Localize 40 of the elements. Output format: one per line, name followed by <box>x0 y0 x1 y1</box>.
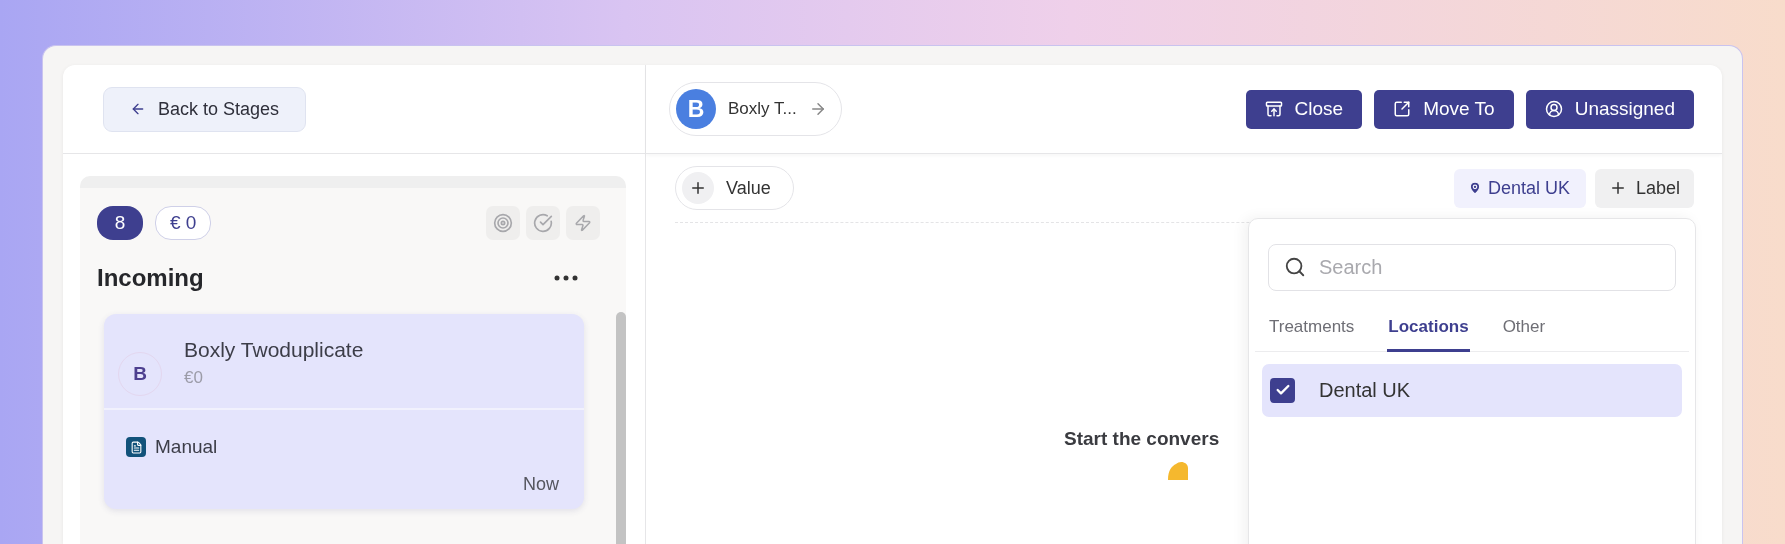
contact-avatar: B <box>676 89 716 129</box>
scrollbar[interactable] <box>616 312 626 544</box>
location-tag[interactable]: Dental UK <box>1453 168 1586 208</box>
option-label: Dental UK <box>1319 378 1411 402</box>
count-badge: 8 <box>97 206 143 240</box>
search-icon <box>1284 256 1306 278</box>
dropdown-tab[interactable]: Locations <box>1387 307 1470 352</box>
move-icon <box>1393 100 1412 118</box>
user-icon <box>1544 100 1563 118</box>
deal-name: Boxly Twoduplicate <box>184 338 364 362</box>
pin-icon <box>1467 181 1482 195</box>
search-field[interactable]: Search <box>1268 244 1676 291</box>
deal-time: Now <box>523 474 559 495</box>
target-icon <box>493 213 513 233</box>
deal-amount: €0 <box>184 368 204 388</box>
lightning-button[interactable] <box>566 206 600 240</box>
check-circle-icon <box>533 213 553 233</box>
check-button[interactable] <box>526 206 560 240</box>
lightning-icon <box>574 214 592 232</box>
deal-card[interactable]: B Boxly Twoduplicate €0 Manual Now <box>104 314 584 509</box>
checkbox[interactable] <box>1270 377 1295 403</box>
amount-badge: € 0 <box>155 206 212 240</box>
contact-chip[interactable]: B Boxly T... <box>669 82 842 136</box>
action-button[interactable]: Move To <box>1374 89 1514 129</box>
dropdown-tab[interactable]: Treatments <box>1268 307 1356 352</box>
dropdown-tab[interactable]: Other <box>1501 307 1547 352</box>
more-icon <box>554 275 578 281</box>
document-icon <box>126 437 146 457</box>
dropdown-option[interactable]: Dental UK <box>1262 363 1682 417</box>
value-button[interactable]: Value <box>675 166 794 210</box>
target-button[interactable] <box>486 206 520 240</box>
deal-source: Manual <box>155 436 218 458</box>
plus-icon <box>682 172 714 204</box>
inbox-icon <box>1264 100 1283 118</box>
label-button[interactable]: Label <box>1594 168 1694 208</box>
stage-title: Incoming <box>97 264 204 292</box>
action-button[interactable]: Unassigned <box>1525 89 1694 129</box>
back-button[interactable]: Back to Stages <box>103 86 307 132</box>
empty-state-title: Start the convers <box>1064 428 1220 450</box>
action-button[interactable]: Close <box>1245 89 1363 129</box>
